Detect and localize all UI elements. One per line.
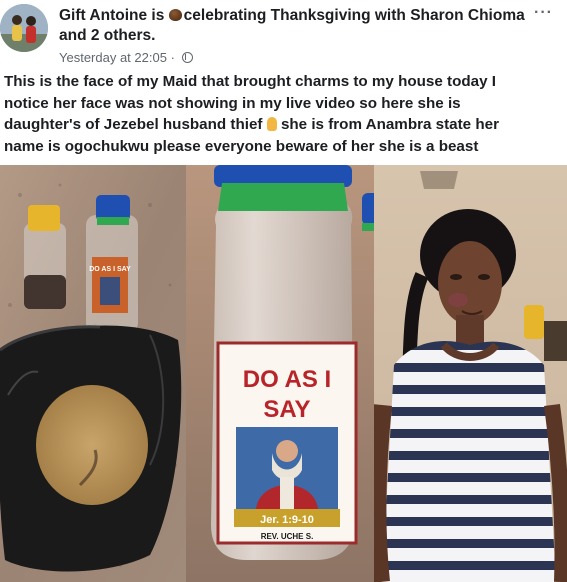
- pointing-hand-icon: [266, 117, 277, 131]
- timestamp[interactable]: Yesterday at 22:05: [59, 50, 167, 65]
- photo-charms[interactable]: DO AS I SAY: [0, 165, 186, 582]
- post-text-line: notice her face was not showing in my li…: [4, 94, 461, 112]
- post-text-line: daughter's of Jezebel husband thief she …: [4, 114, 564, 136]
- tagged-name[interactable]: Sharon Chioma: [410, 7, 525, 24]
- label-line-2: SAY: [263, 396, 310, 423]
- post-photos: DO AS I SAY DO AS I SAY Jer. 1:9-10 REV.…: [0, 165, 567, 582]
- and-text: and: [59, 27, 87, 44]
- globe-icon[interactable]: [181, 52, 193, 63]
- post-header: Gift Antoine is celebrating Thanksgiving…: [0, 0, 567, 66]
- author-line: Gift Antoine is celebrating Thanksgiving…: [59, 6, 529, 46]
- thanksgiving-emoji-icon: [168, 9, 182, 21]
- post-text-fragment: she is from Anambra state her: [280, 116, 499, 133]
- post-text-line: name is ogochukwu please everyone beware…: [4, 137, 479, 155]
- others-link[interactable]: 2 others.: [91, 27, 156, 44]
- photo-bottle[interactable]: DO AS I SAY Jer. 1:9-10 REV. UCHE S.: [186, 165, 374, 582]
- author-name[interactable]: Gift Antoine: [59, 7, 147, 24]
- label-line-1: DO AS I: [243, 366, 331, 393]
- post-meta: Yesterday at 22:05 ·: [59, 50, 529, 66]
- post-header-text: Gift Antoine is celebrating Thanksgiving…: [59, 6, 529, 66]
- more-options-button[interactable]: ···: [534, 5, 553, 21]
- post-text-fragment: daughter's of Jezebel husband thief: [4, 116, 263, 133]
- post-text: This is the face of my Maid that brought…: [4, 71, 564, 157]
- meta-separator: ·: [170, 50, 175, 65]
- label-sign: REV. UCHE S.: [261, 532, 314, 541]
- is-text: is: [151, 7, 165, 24]
- label-ref: Jer. 1:9-10: [260, 514, 314, 526]
- small-bottle-label: DO AS I SAY: [89, 266, 131, 273]
- avatar[interactable]: [0, 4, 48, 52]
- photo-woman[interactable]: [374, 165, 567, 582]
- activity-text: celebrating Thanksgiving with: [183, 7, 406, 24]
- post-text-line: This is the face of my Maid that brought…: [4, 73, 496, 90]
